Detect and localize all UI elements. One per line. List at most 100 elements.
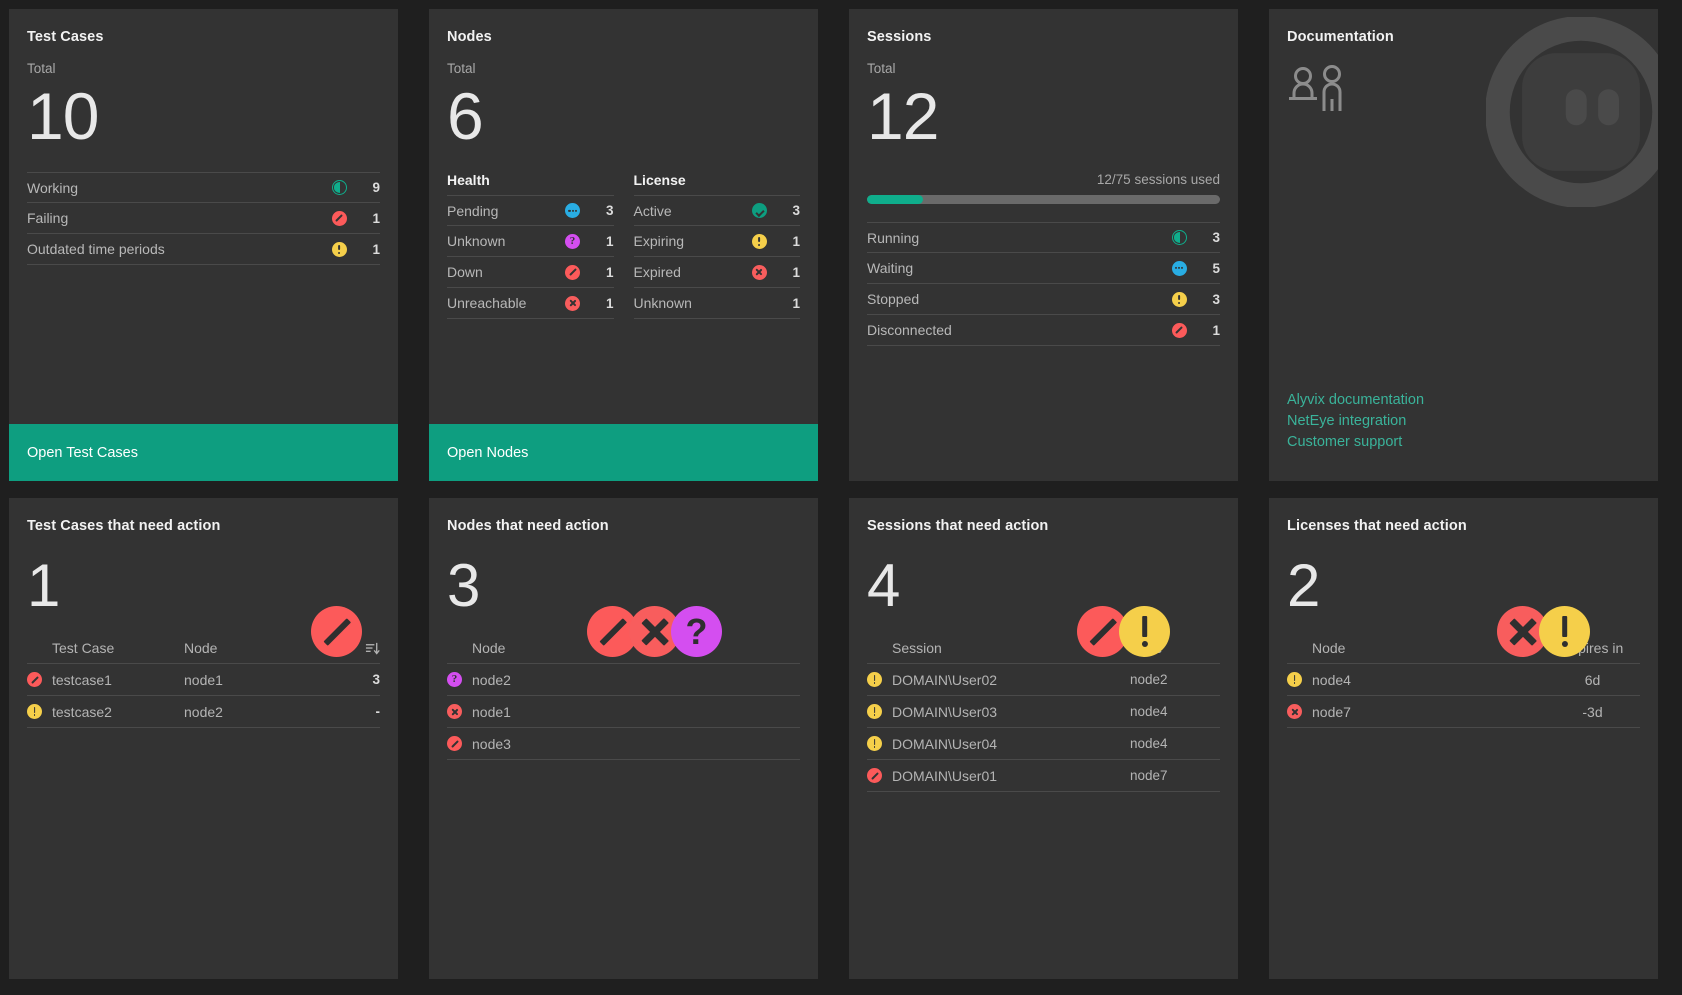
table-row[interactable]: DOMAIN\User01 node7 [867,760,1220,792]
table-row[interactable]: DOMAIN\User03 node4 [867,696,1220,728]
question-icon: ? [562,233,584,249]
action-count: 1 [27,552,60,619]
stat-row[interactable]: Working 9 [27,172,380,203]
table-row[interactable]: testcase2 node2 - [27,696,380,728]
open-nodes-button[interactable]: Open Nodes [429,424,818,481]
stat-row[interactable]: Expired 1 [633,257,800,288]
stat-row[interactable]: Active 3 [633,195,800,226]
stat-row[interactable]: Expiring 1 [633,226,800,257]
stat-row[interactable]: Stopped 3 [867,284,1220,315]
stat-label: Expiring [633,233,685,249]
stat-label: Pending [447,202,499,219]
top-row: Test Cases Total 10 Working 9 Failing 1 [9,9,1673,481]
cell-node: node7 [1312,703,1351,720]
stat-row[interactable]: Unknown ? 1 [447,226,614,257]
stat-value: 1 [792,295,800,311]
table-row[interactable]: node1 [447,696,800,728]
x-icon [447,704,472,719]
cell-node: node2 [184,703,223,720]
block-icon [562,264,584,280]
card-title: Licenses that need action [1287,518,1467,534]
cell-node: node1 [184,671,223,688]
stat-row[interactable]: Unknown 1 [633,288,800,319]
stat-label: Outdated time periods [27,241,165,257]
x-icon [748,264,770,280]
table-row[interactable]: node4 6d [1287,664,1640,696]
warning-icon [1119,606,1170,657]
pie-icon [1168,230,1190,245]
cell-node: node4 [1130,736,1168,751]
card-title: Documentation [1287,29,1394,45]
stat-label: Failing [27,210,69,226]
total-value: 6 [447,79,484,153]
stat-row[interactable]: Running 3 [867,222,1220,253]
block-icon [27,672,52,687]
table-row[interactable]: node3 [447,728,800,760]
cell-value: 3 [372,672,380,687]
stat-row[interactable]: Failing 1 [27,203,380,234]
stat-row[interactable]: Disconnected 1 [867,315,1220,346]
people-icon [1289,65,1342,111]
column-header-test-case: Test Case [52,640,115,656]
stat-row[interactable]: Down 1 [447,257,614,288]
cell-node: node2 [1130,672,1168,687]
question-icon: ? [447,672,472,687]
card-title: Sessions [867,29,932,45]
action-count: 4 [867,552,900,619]
action-header: 3 ? [447,550,800,657]
documentation-links: Alyvix documentation NetEye integration … [1269,390,1658,481]
total-value: 12 [867,79,939,153]
stat-value: 1 [605,233,614,249]
total-label: Total [867,61,896,76]
table-row[interactable]: DOMAIN\User04 node4 [867,728,1220,760]
stat-row[interactable]: Pending 3 [447,195,614,226]
table-row[interactable]: node7 -3d [1287,696,1640,728]
total-label: Total [27,61,56,76]
stat-value: 1 [372,210,380,226]
cell-value: - [375,704,381,719]
link-neteye-integration[interactable]: NetEye integration [1287,411,1640,432]
health-title: Health [447,172,490,188]
nodes-health-group: Health Pending 3 Unknown ? 1 Down 1 Unre… [447,172,614,319]
warning-icon [1539,606,1590,657]
badge-cluster [311,606,362,657]
block-icon [328,210,350,226]
table-row[interactable]: DOMAIN\User02 node2 [867,664,1220,696]
warning-icon [867,704,892,719]
table-row[interactable]: testcase1 node1 3 [27,664,380,696]
stat-label: Waiting [867,260,914,276]
stat-label: Unknown [447,233,506,249]
action-count: 2 [1287,552,1320,619]
bottom-row: Test Cases that need action 1 Test Case … [9,498,1673,979]
sessions-usage-fill [867,195,924,204]
card-licenses-action: Licenses that need action 2 Node Expires… [1269,498,1658,979]
warning-icon [1287,672,1312,687]
warning-icon [867,672,892,687]
link-alyvix-documentation[interactable]: Alyvix documentation [1287,390,1640,411]
cell-test-case: testcase2 [52,703,112,720]
card-test-cases-action: Test Cases that need action 1 Test Case … [9,498,398,979]
link-customer-support[interactable]: Customer support [1287,432,1640,453]
badge-cluster [1497,606,1590,657]
stat-label: Working [27,179,79,196]
check-icon [748,203,770,218]
table-row[interactable]: ? node2 [447,664,800,696]
action-header: 4 [867,550,1220,657]
cell-node: node2 [472,671,511,688]
stat-row[interactable]: Waiting 5 [867,253,1220,284]
cell-session: DOMAIN\User04 [892,735,998,752]
open-test-cases-button[interactable]: Open Test Cases [9,424,398,481]
stat-row[interactable]: Unreachable 1 [447,288,614,319]
card-sessions: Sessions Total 12 12/75 sessions used Ru… [849,9,1238,481]
stat-value: 1 [605,295,614,311]
warning-icon [27,704,52,719]
block-icon [1168,322,1190,338]
cell-node: node3 [472,735,511,752]
stat-value: 1 [372,241,380,257]
stat-label: Running [867,229,920,246]
stat-row[interactable]: Outdated time periods 1 [27,234,380,265]
stat-value: 3 [605,203,614,218]
action-header: 2 [1287,550,1640,657]
stat-value: 9 [372,180,380,195]
waiting-icon [1168,260,1190,276]
